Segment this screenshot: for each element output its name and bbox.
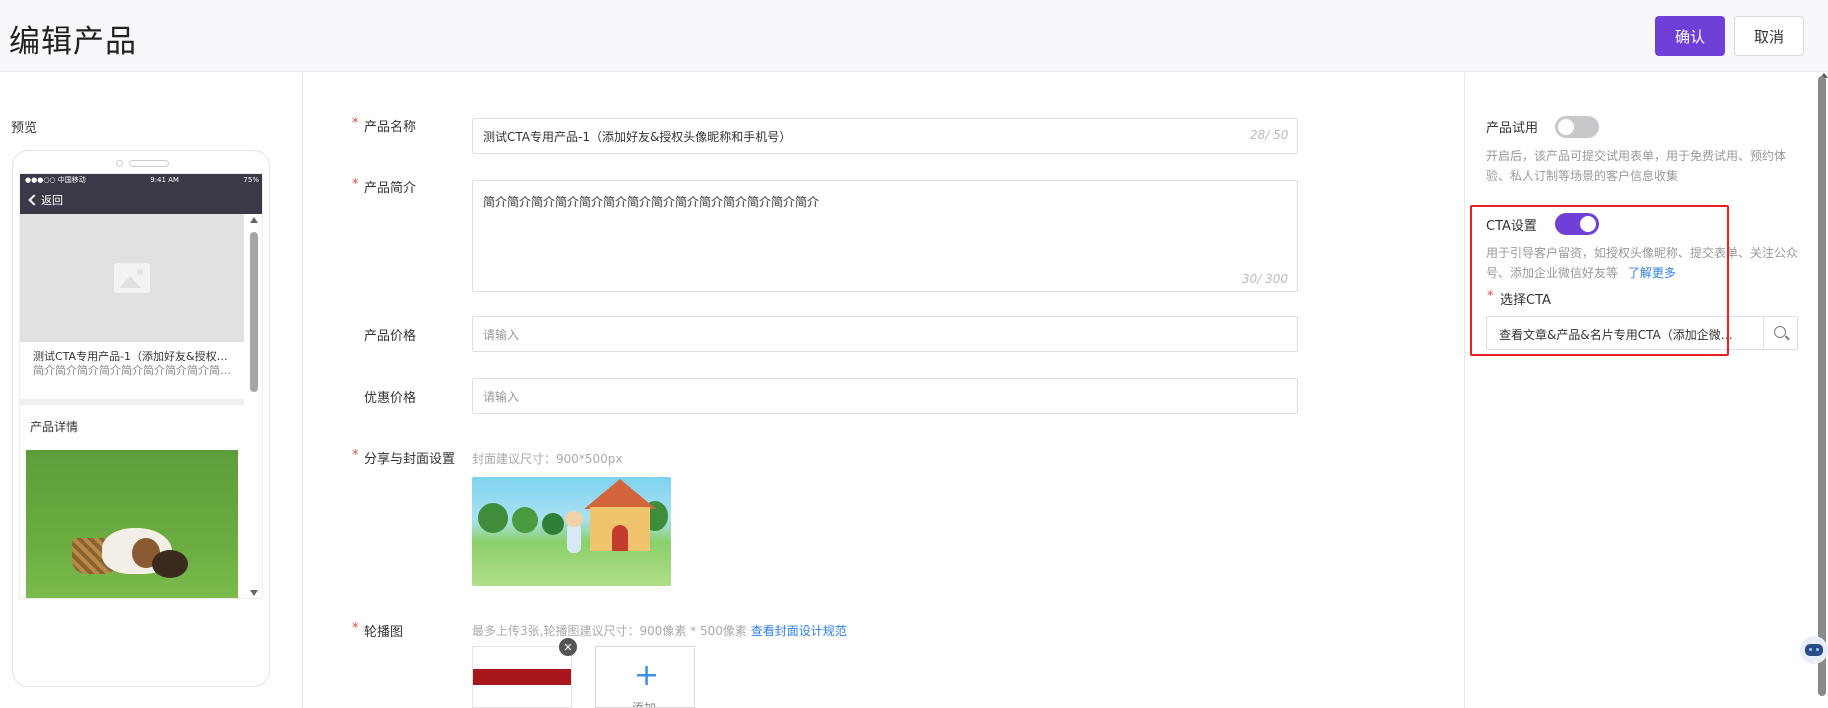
required-mark: * [352, 448, 359, 463]
tree-shape [542, 513, 564, 535]
search-icon [1774, 326, 1786, 338]
product-intro-label: 产品简介 [364, 181, 417, 196]
trial-label: 产品试用 [1486, 121, 1539, 136]
status-battery: 75% [243, 176, 259, 184]
preview-product-desc: 简介简介简介简介简介简介简介简介简介简介简介简介 [33, 364, 233, 377]
product-price-placeholder: 请输入 [483, 327, 520, 342]
phone-navbar: 返回 [20, 186, 262, 214]
toggle-knob [1558, 119, 1574, 135]
add-carousel-label: 添加 [632, 701, 657, 708]
product-name-value: 测试CTA专用产品-1（添加好友&授权头像昵称和手机号） [483, 129, 792, 144]
preview-panel: 预览 ●●●○○ 中国移动 9:41 AM 75% 返回 测试CTA专用产品-1… [0, 73, 303, 708]
house-door-shape [612, 525, 628, 551]
scroll-down-icon[interactable] [250, 590, 258, 596]
share-cover-label: 分享与封面设置 [364, 452, 456, 467]
required-mark: * [352, 116, 359, 131]
product-price-input[interactable]: 请输入 [472, 316, 1298, 352]
cancel-button[interactable]: 取消 [1734, 16, 1804, 56]
carousel-hint-text: 最多上传3张,轮播图建议尺寸：900像素 * 500像素 [472, 624, 747, 638]
select-cta-label: 选择CTA [1500, 293, 1551, 308]
share-cover-hint: 封面建议尺寸：900*500px [472, 452, 623, 466]
cta-label: CTA设置 [1486, 219, 1537, 234]
phone-speaker [129, 160, 169, 167]
carousel-label: 轮播图 [364, 625, 404, 640]
chevron-left-icon [28, 194, 40, 206]
house-roof-shape [584, 479, 656, 509]
trial-description: 开启后，该产品可提交试用表单，用于免费试用、预约体验、私人订制等场景的客户信息收… [1486, 149, 1787, 183]
remove-thumbnail-icon[interactable]: ✕ [559, 638, 577, 656]
image-icon [114, 263, 150, 293]
phone-statusbar: ●●●○○ 中国移动 9:41 AM 75% [20, 174, 262, 186]
cta-toggle[interactable] [1555, 213, 1599, 235]
add-carousel-button[interactable]: + 添加 [595, 646, 695, 708]
scroll-up-icon[interactable] [250, 217, 258, 223]
status-carrier: ●●●○○ 中国移动 [25, 176, 86, 184]
toggle-knob [1580, 216, 1596, 232]
required-mark: * [1487, 289, 1494, 304]
cta-search-button[interactable] [1763, 317, 1797, 349]
puppy-head-shape [152, 550, 188, 578]
page-header: 编辑产品 确认 取消 [0, 0, 1828, 72]
discount-price-placeholder: 请输入 [483, 389, 520, 404]
page-title: 编辑产品 [9, 24, 137, 60]
page-scrollbar[interactable] [1818, 76, 1826, 696]
character-head-shape [565, 511, 583, 527]
detail-image-puppy [26, 450, 238, 598]
trial-toggle[interactable] [1555, 116, 1599, 138]
product-intro-value: 简介简介简介简介简介简介简介简介简介简介简介简介简介简介 [483, 195, 820, 209]
back-label: 返回 [41, 194, 63, 207]
status-time: 9:41 AM [150, 176, 179, 184]
image-placeholder [20, 214, 244, 342]
learn-more-link[interactable]: 了解更多 [1628, 266, 1676, 280]
character-body-shape [567, 523, 581, 553]
phone-mockup: ●●●○○ 中国移动 9:41 AM 75% 返回 测试CTA专用产品-1（添加… [12, 150, 270, 687]
discount-price-label: 优惠价格 [364, 391, 417, 406]
product-price-label: 产品价格 [364, 329, 417, 344]
carousel-hint: 最多上传3张,轮播图建议尺寸：900像素 * 500像素 查看封面设计规范 [472, 622, 847, 639]
plus-icon: + [634, 658, 660, 693]
tree-shape [512, 507, 538, 533]
product-intro-counter: 30/ 300 [1242, 272, 1289, 286]
divider [20, 399, 244, 405]
required-mark: * [352, 621, 359, 636]
cta-select[interactable]: 查看文章&产品&名片专用CTA（添加企微好友） [1486, 316, 1798, 350]
thumbnail-banner-shape [473, 669, 571, 685]
product-intro-textarea[interactable]: 简介简介简介简介简介简介简介简介简介简介简介简介简介简介 [472, 180, 1298, 292]
preview-label: 预览 [11, 121, 38, 136]
assistant-robot-icon[interactable] [1800, 636, 1828, 664]
design-spec-link[interactable]: 查看封面设计规范 [751, 624, 847, 638]
carousel-thumbnail[interactable] [472, 646, 572, 708]
product-name-label: 产品名称 [364, 120, 417, 135]
robot-face-shape [1805, 644, 1823, 656]
tree-shape [478, 503, 508, 533]
product-name-counter: 28/ 50 [1250, 128, 1289, 142]
phone-camera [116, 160, 123, 167]
scroll-thumb[interactable] [250, 232, 258, 392]
discount-price-input[interactable]: 请输入 [472, 378, 1298, 414]
confirm-button[interactable]: 确认 [1655, 16, 1725, 56]
preview-scrollbar[interactable] [247, 214, 261, 598]
product-name-input[interactable]: 测试CTA专用产品-1（添加好友&授权头像昵称和手机号） [472, 118, 1298, 154]
cover-image[interactable] [472, 477, 671, 586]
preview-detail-title: 产品详情 [30, 420, 79, 434]
product-form: * 产品名称 测试CTA专用产品-1（添加好友&授权头像昵称和手机号） 28/ … [304, 73, 1464, 708]
cta-select-value: 查看文章&产品&名片专用CTA（添加企微好友） [1499, 328, 1739, 342]
phone-screen: ●●●○○ 中国移动 9:41 AM 75% 返回 测试CTA专用产品-1（添加… [19, 173, 263, 599]
cta-description: 用于引导客户留资，如授权头像昵称、提交表单、关注公众号、添加企业微信好友等 了解… [1486, 243, 1806, 283]
required-mark: * [352, 177, 359, 192]
